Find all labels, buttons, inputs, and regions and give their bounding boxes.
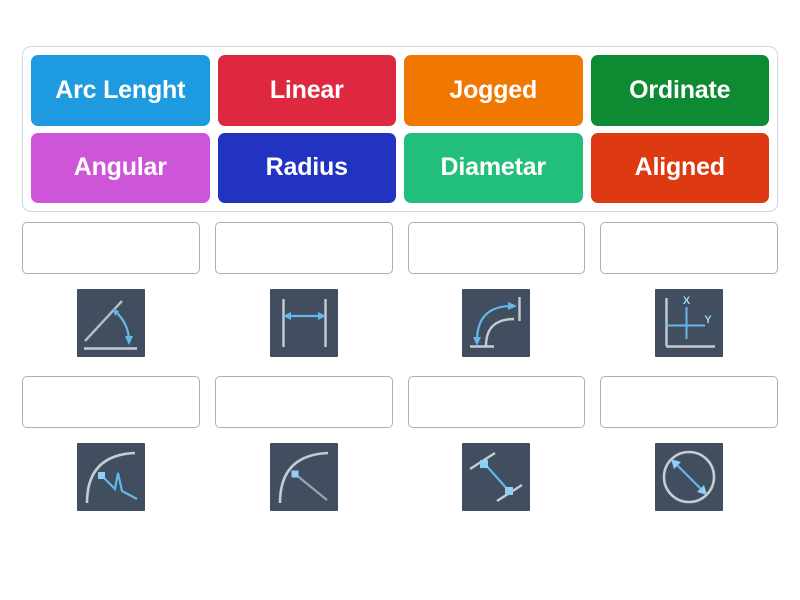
answer-slot-1 [22,222,200,357]
ordinate-y-label: Y [704,314,712,326]
tile-jogged[interactable]: Jogged [404,55,583,126]
tile-radius[interactable]: Radius [217,132,396,203]
linear-dimension-icon [269,289,338,357]
tile-label: Radius [265,153,348,182]
tile-label: Jogged [449,75,538,104]
ordinate-dimension-icon: X Y [655,289,724,357]
tile-ordinate[interactable]: Ordinate [590,55,769,126]
answer-grid: X Y [22,222,778,511]
dropzone-7[interactable] [407,376,586,428]
tile-linear[interactable]: Linear [217,55,396,126]
tile-label: Linear [269,75,344,104]
answer-slot-2 [214,222,393,357]
jogged-radius-dimension-icon [76,443,145,511]
tile-arc-lenght[interactable]: Arc Lenght [31,55,210,126]
tile-label: Ordinate [629,75,731,104]
answer-slot-8 [600,376,778,511]
dropzone-3[interactable] [407,222,586,274]
answer-slot-5 [22,376,200,511]
answer-slot-4: X Y [600,222,778,357]
arc-length-dimension-icon [462,289,531,357]
dropzone-1[interactable] [22,222,200,274]
dropzone-4[interactable] [600,222,778,274]
ordinate-x-label: X [683,295,691,307]
angular-dimension-icon [76,289,145,357]
answer-slot-6 [214,376,393,511]
dropzone-5[interactable] [22,376,200,428]
dropzone-8[interactable] [600,376,778,428]
answer-slot-3 [407,222,586,357]
tile-angular[interactable]: Angular [31,132,210,203]
tile-diametar[interactable]: Diametar [404,132,583,203]
radius-dimension-icon [269,443,338,511]
tile-bank: Arc Lenght Linear Jogged Ordinate Angula… [22,46,778,212]
tile-label: Angular [73,153,167,182]
dropzone-2[interactable] [214,222,393,274]
diameter-dimension-icon [655,443,724,511]
dropzone-6[interactable] [214,376,393,428]
activity-stage: Arc Lenght Linear Jogged Ordinate Angula… [0,0,800,600]
answer-slot-7 [407,376,586,511]
tile-label: Aligned [634,153,725,182]
aligned-dimension-icon [462,443,531,511]
tile-aligned[interactable]: Aligned [590,132,769,203]
tile-label: Arc Lenght [55,75,186,104]
tile-label: Diametar [440,153,547,182]
